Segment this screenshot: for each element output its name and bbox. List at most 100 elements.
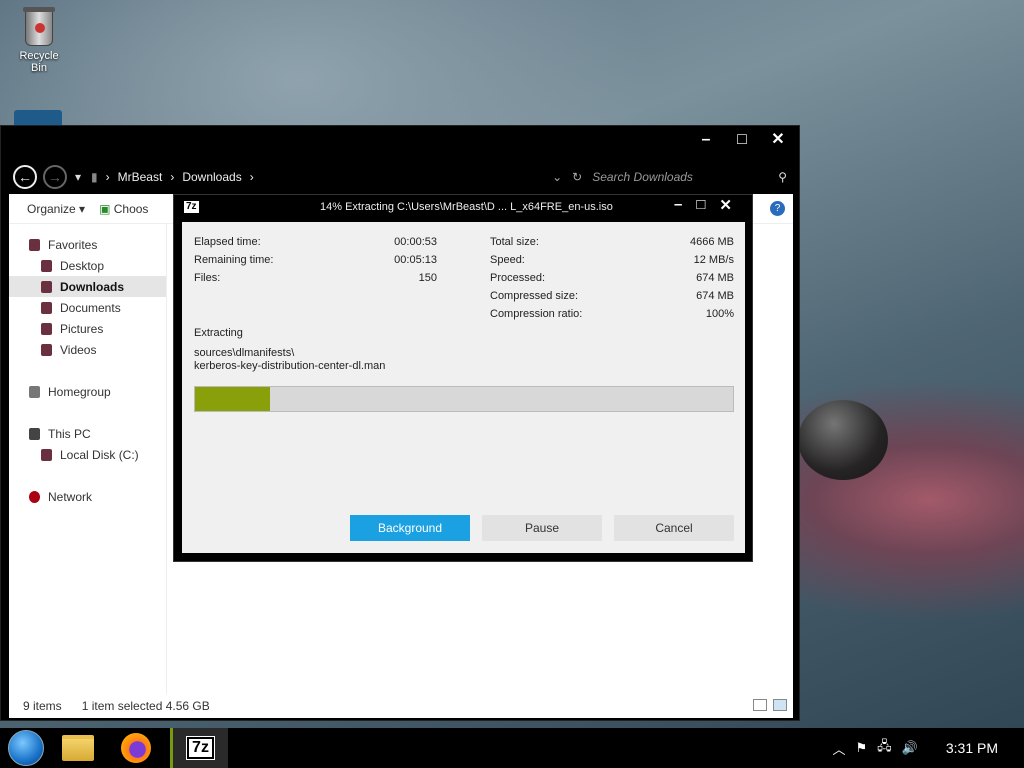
forward-button[interactable]: → bbox=[43, 165, 67, 189]
dialog-title: 14% Extracting C:\Users\MrBeast\D ... L_… bbox=[320, 201, 613, 213]
nav-videos[interactable]: Videos bbox=[9, 339, 166, 360]
desktop-icon bbox=[41, 259, 52, 272]
network-icon bbox=[29, 490, 40, 503]
extracting-label: Extracting bbox=[194, 327, 243, 339]
dialog-body: Elapsed time: 00:00:53 Remaining time: 0… bbox=[182, 222, 745, 553]
files-value: 150 bbox=[418, 272, 437, 284]
stat-label: Processed: bbox=[490, 272, 546, 284]
compression-ratio-value: 100% bbox=[705, 308, 734, 320]
nav-network[interactable]: Network bbox=[9, 486, 166, 507]
recycle-bin-label: Recycle Bin bbox=[19, 50, 59, 74]
address-right: ⌄ ↻ Search Downloads ⚲ bbox=[552, 170, 787, 184]
nav-desktop[interactable]: Desktop bbox=[9, 255, 166, 276]
dialog-minimize-button[interactable]: – bbox=[674, 196, 682, 214]
pictures-icon bbox=[41, 322, 52, 335]
documents-icon bbox=[41, 301, 52, 314]
downloads-icon bbox=[41, 280, 52, 293]
remaining-time-value: 00:05:13 bbox=[394, 254, 437, 266]
stat-label: Compressed size: bbox=[490, 290, 579, 302]
dialog-maximize-button[interactable]: □ bbox=[696, 196, 705, 214]
breadcrumb: ▮ › MrBeast › Downloads › bbox=[91, 170, 254, 184]
favorites-icon bbox=[29, 238, 40, 251]
extraction-dialog: 7z 14% Extracting C:\Users\MrBeast\D ...… bbox=[173, 194, 753, 562]
item-count: 9 items bbox=[23, 699, 62, 713]
drive-icon bbox=[41, 448, 52, 461]
search-input[interactable]: Search Downloads bbox=[592, 170, 768, 184]
clock[interactable]: 3:31 PM bbox=[946, 740, 998, 756]
pause-button[interactable]: Pause bbox=[482, 515, 602, 541]
elapsed-time-value: 00:00:53 bbox=[394, 236, 437, 248]
navigation-pane: Favorites Desktop Downloads Documents Pi… bbox=[9, 224, 167, 694]
stat-label: Files: bbox=[194, 272, 221, 284]
back-button[interactable]: ← bbox=[13, 165, 37, 189]
recycle-bin-icon bbox=[23, 7, 55, 46]
large-icons-view-icon[interactable] bbox=[773, 699, 787, 711]
close-button[interactable]: ✕ bbox=[767, 130, 789, 150]
compressed-size-value: 674 MB bbox=[696, 290, 734, 302]
volume-icon[interactable]: 🔊 bbox=[902, 740, 918, 756]
stat-label: Speed: bbox=[490, 254, 525, 266]
nav-local-disk[interactable]: Local Disk (C:) bbox=[9, 444, 166, 465]
extraction-progress-bar bbox=[194, 386, 734, 412]
nav-pictures[interactable]: Pictures bbox=[9, 318, 166, 339]
stat-label: Elapsed time: bbox=[194, 236, 261, 248]
system-tray: ︿ ⚑ 🖧 🔊 3:31 PM bbox=[833, 728, 999, 768]
current-file: kerberos-key-distribution-center-dl.man bbox=[194, 360, 386, 372]
recent-locations-icon[interactable]: ▾ bbox=[75, 170, 81, 184]
taskbar: 7z ︿ ⚑ 🖧 🔊 3:31 PM bbox=[0, 728, 1024, 768]
maximize-button[interactable]: □ bbox=[731, 130, 753, 150]
recycle-bin[interactable]: Recycle Bin bbox=[10, 7, 68, 74]
address-bar: ← → ▾ ▮ › MrBeast › Downloads › ⌄ ↻ Sear… bbox=[1, 162, 801, 192]
selection-info: 1 item selected 4.56 GB bbox=[81, 699, 210, 713]
stat-label: Compression ratio: bbox=[490, 308, 583, 320]
nav-this-pc[interactable]: This PC bbox=[9, 423, 166, 444]
processed-value: 674 MB bbox=[696, 272, 734, 284]
dialog-window-controls: – □ ✕ bbox=[674, 196, 732, 214]
details-view-icon[interactable] bbox=[753, 699, 767, 711]
7zip-icon: 7z bbox=[186, 736, 215, 760]
7zip-logo-icon: 7z bbox=[184, 201, 199, 213]
choose-button[interactable]: ▣ Choos bbox=[99, 202, 148, 216]
cancel-button[interactable]: Cancel bbox=[614, 515, 734, 541]
computer-icon bbox=[29, 427, 40, 440]
stat-label: Total size: bbox=[490, 236, 539, 248]
dialog-close-button[interactable]: ✕ bbox=[719, 196, 732, 214]
breadcrumb-item[interactable]: MrBeast bbox=[118, 170, 163, 184]
folder-icon bbox=[62, 735, 94, 761]
view-switcher bbox=[753, 699, 787, 711]
taskbar-7zip[interactable]: 7z bbox=[170, 728, 228, 768]
network-status-icon[interactable]: 🖧 bbox=[877, 737, 892, 759]
start-button[interactable] bbox=[8, 730, 44, 766]
dialog-titlebar[interactable]: 7z 14% Extracting C:\Users\MrBeast\D ...… bbox=[174, 195, 752, 221]
nav-downloads[interactable]: Downloads bbox=[9, 276, 166, 297]
organize-button[interactable]: Organize ▾ bbox=[27, 202, 85, 216]
total-size-value: 4666 MB bbox=[689, 236, 734, 248]
nav-documents[interactable]: Documents bbox=[9, 297, 166, 318]
taskbar-file-explorer[interactable] bbox=[54, 728, 102, 768]
taskbar-firefox[interactable] bbox=[112, 728, 160, 768]
current-path: sources\dlmanifests\ bbox=[194, 347, 295, 359]
address-dropdown-icon[interactable]: ⌄ bbox=[552, 170, 562, 184]
refresh-icon[interactable]: ↻ bbox=[572, 170, 582, 184]
videos-icon bbox=[41, 343, 52, 356]
nav-favorites[interactable]: Favorites bbox=[9, 234, 166, 255]
nav-homegroup[interactable]: Homegroup bbox=[9, 381, 166, 402]
progress-fill bbox=[195, 387, 271, 411]
background-button[interactable]: Background bbox=[350, 515, 470, 541]
minimize-button[interactable]: – bbox=[695, 130, 717, 150]
stat-label: Remaining time: bbox=[194, 254, 274, 266]
user-folder-icon: ▮ bbox=[91, 170, 98, 184]
breadcrumb-item[interactable]: Downloads bbox=[182, 170, 241, 184]
explorer-window-controls: – □ ✕ bbox=[695, 130, 789, 150]
search-icon[interactable]: ⚲ bbox=[778, 170, 787, 184]
status-bar: 9 items 1 item selected 4.56 GB bbox=[9, 694, 793, 718]
flag-icon[interactable]: ⚑ bbox=[856, 740, 868, 756]
show-hidden-icons-icon[interactable]: ︿ bbox=[833, 739, 846, 758]
homegroup-icon bbox=[29, 385, 40, 398]
firefox-icon bbox=[121, 733, 151, 763]
document-icon: ▣ bbox=[99, 201, 114, 216]
speed-value: 12 MB/s bbox=[693, 254, 734, 266]
help-icon[interactable]: ? bbox=[770, 201, 785, 216]
desktop-shortcut-icon[interactable] bbox=[14, 110, 62, 126]
wallpaper-decoration bbox=[798, 400, 888, 480]
